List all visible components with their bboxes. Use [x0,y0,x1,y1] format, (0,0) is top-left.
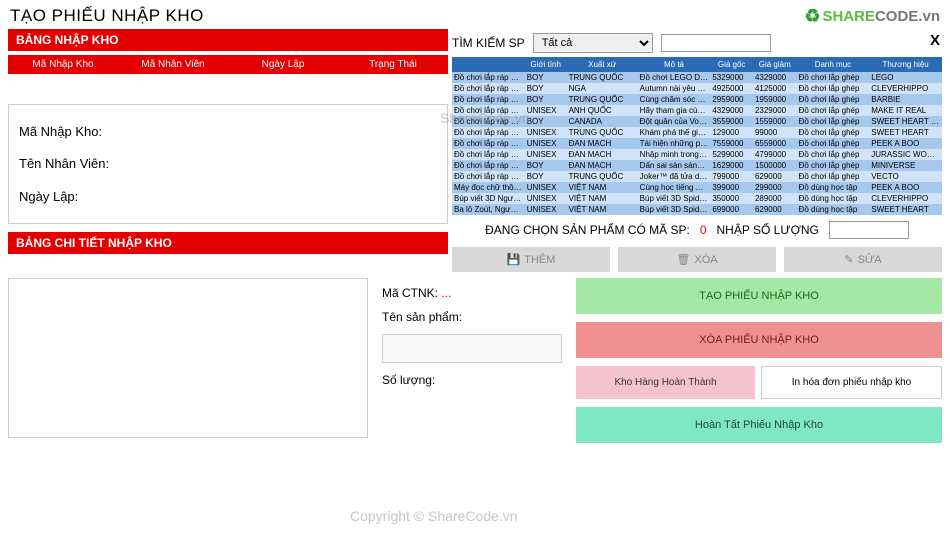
col-header[interactable]: Giá giảm [753,57,797,72]
table-row[interactable]: Đồ chơi lắp ráp Khám phá và ngôi sứ...BO… [452,160,942,171]
ctnk-label: Mã CTNK: [382,286,438,300]
table-row[interactable]: Đồ chơi lắp ráp Tiệm ăn trung tâm thă...… [452,105,942,116]
warehouse-done-button[interactable]: Kho Hàng Hoàn Thành [576,366,755,399]
table-row[interactable]: Đồ chơi lắp ráp Nhân Vật LEGO Harry...UN… [452,127,942,138]
trash-icon: 🗑 [676,253,690,266]
col-header[interactable]: Mô tả [638,57,711,72]
qty-input[interactable] [829,221,909,239]
table-row[interactable]: Ba lô Zoút, Người nhện Spider-Man CL...U… [452,204,942,215]
edit-button[interactable]: ✎SỬA [784,247,942,272]
product-name-label: Tên sản phẩm: [382,310,562,324]
col-header[interactable]: Thương hiệu [869,57,942,72]
selection-label: ĐANG CHỌN SẢN PHẨM CÓ MÃ SP: [485,223,690,237]
detail-section-header: BẢNG CHI TIẾT NHẬP KHO [8,232,448,254]
import-section-header: BẢNG NHẬP KHO [8,29,448,51]
page-title: TẠO PHIẾU NHẬP KHO [10,6,204,26]
product-name-input[interactable] [382,334,562,363]
col-header[interactable] [452,57,525,72]
table-row[interactable]: Máy đọc chữ thông minh cho bé PEE...UNIS… [452,182,942,193]
col-header[interactable]: Xuất xứ [567,57,638,72]
col-header[interactable]: Giới tính [525,57,567,72]
quantity-label: Số lượng: [382,373,435,387]
table-row[interactable]: Đồ chơi lắp ráp Ngôi nhà gia đình 3tro..… [452,72,942,83]
save-icon: 💾 [507,253,521,266]
import-table-header: Mã Nhập Kho Mã Nhân Viên Ngày Lập Trạng … [8,55,448,74]
search-label: TÌM KIẾM SP [452,36,525,50]
table-row[interactable]: Đồ chơi lắp ráp Siêu xe Người Dơi đối...… [452,171,942,182]
close-button[interactable]: X [930,32,940,49]
import-id-label: Mã Nhập Kho: [19,124,102,139]
import-info-panel: Mã Nhập Kho: Tên Nhân Viên: Ngày Lập: [8,104,448,224]
col-header[interactable]: Danh mục [797,57,870,72]
delete-button[interactable]: 🗑XÓA [618,247,776,272]
date-label: Ngày Lập: [19,189,78,204]
col-header[interactable]: Giá gốc [710,57,753,72]
product-table[interactable]: Giới tínhXuất xứMô tảGiá gốcGiá giảmDanh… [452,57,942,215]
delete-import-button[interactable]: XÓA PHIẾU NHẬP KHO [576,322,942,358]
employee-label: Tên Nhân Viên: [19,156,109,171]
recycle-icon: ♻ [804,6,820,27]
selection-value: 0 [700,223,707,237]
table-row[interactable]: Đồ chơi lắp ráp Công viên giải trí ven .… [452,83,942,94]
search-filter[interactable]: Tất cả [533,33,653,53]
table-row[interactable]: Đồ chơi lắp ráp Phi thuyền X-Wing Sta...… [452,138,942,149]
ctnk-value: ... [441,286,451,300]
watermark: Copyright © ShareCode.vn [350,508,518,524]
table-row[interactable]: Đồ chơi lắp ráp Học viện Ma thuật và ...… [452,149,942,160]
table-row[interactable]: Búp viết 3D Người nhện Spider-Man C...UN… [452,193,942,204]
qty-label: NHẬP SỐ LƯỢNG [717,223,819,237]
detail-table-panel [8,278,368,438]
print-invoice-button[interactable]: In hóa đơn phiếu nhập kho [761,366,942,399]
create-import-button[interactable]: TẠO PHIẾU NHẬP KHO [576,278,942,314]
finish-import-button[interactable]: Hoàn Tất Phiếu Nhập Kho [576,407,942,443]
table-row[interactable]: Đồ chơi lắp ráp Ngôi nhà nguồn ở của ...… [452,94,942,105]
brand-logo: ♻ SHARECODE.vn [804,6,940,27]
edit-icon: ✎ [844,253,853,266]
search-input[interactable] [661,34,771,52]
table-row[interactable]: Đồ chơi lắp ráp Trận chiến tại trường ..… [452,116,942,127]
add-button[interactable]: 💾THÊM [452,247,610,272]
